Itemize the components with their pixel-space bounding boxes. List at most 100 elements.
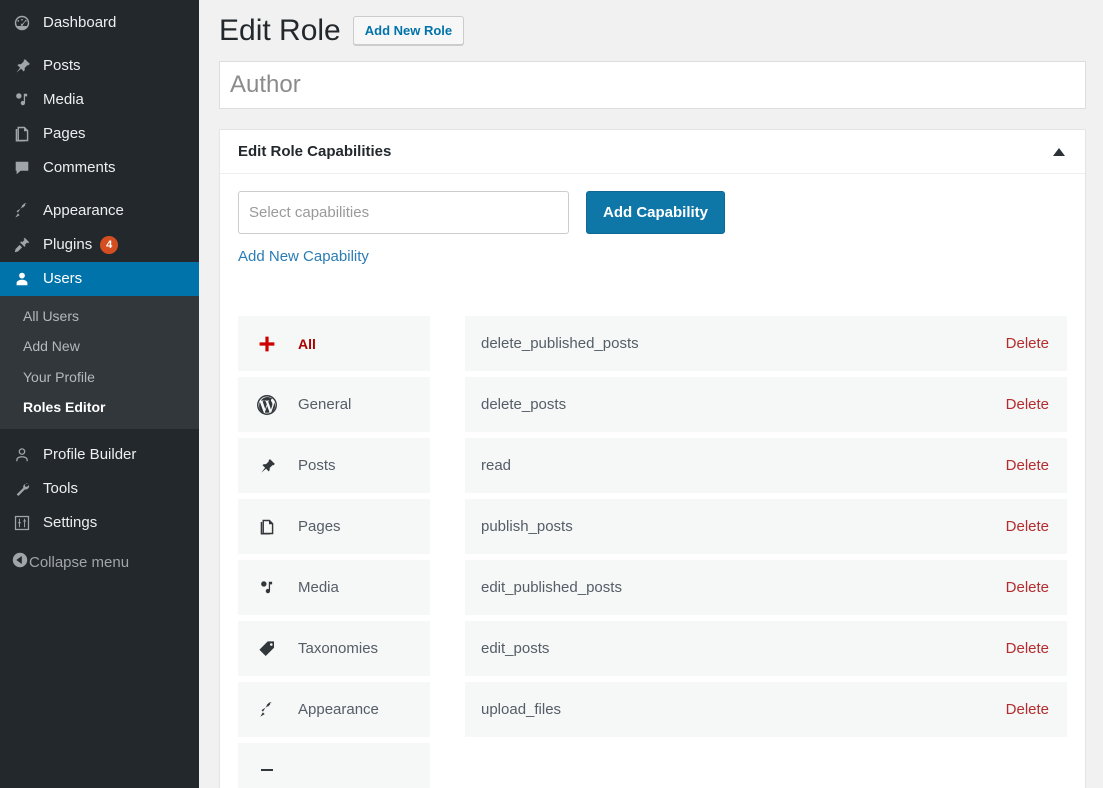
- sidebar-item-comments[interactable]: Comments: [0, 151, 199, 185]
- capability-name: delete_published_posts: [481, 335, 639, 352]
- brush-icon: [11, 201, 33, 221]
- media-icon: [11, 90, 33, 110]
- capability-row: edit_published_posts Delete: [465, 560, 1067, 615]
- plugin-icon: [11, 235, 33, 255]
- capability-row: upload_files Delete: [465, 682, 1067, 737]
- collapse-menu-button[interactable]: Collapse menu: [0, 545, 199, 579]
- delete-capability-link[interactable]: Delete: [1006, 701, 1049, 718]
- capability-list: delete_published_posts Delete delete_posts…: [465, 316, 1067, 788]
- dashboard-icon: [11, 13, 33, 33]
- sidebar-item-label: Users: [43, 270, 83, 287]
- sidebar-item-label: Dashboard: [43, 14, 117, 31]
- sidebar-item-label: Comments: [43, 159, 116, 176]
- sidebar-item-dashboard[interactable]: Dashboard: [0, 6, 199, 40]
- sidebar-item-label: Appearance: [43, 202, 124, 219]
- capability-row: delete_published_posts Delete: [465, 316, 1067, 371]
- profile-icon: [11, 445, 33, 465]
- sidebar-item-settings[interactable]: Settings: [0, 506, 199, 540]
- users-submenu: All Users Add New Your Profile Roles Editor: [0, 296, 199, 430]
- delete-capability-link[interactable]: Delete: [1006, 335, 1049, 352]
- capability-tab-label: Media: [298, 579, 339, 596]
- delete-capability-link[interactable]: Delete: [1006, 396, 1049, 413]
- pages-icon: [254, 518, 280, 536]
- capability-tab-label: Taxonomies: [298, 640, 379, 657]
- capability-name: delete_posts: [481, 396, 567, 413]
- capability-tab-partial-7[interactable]: [238, 743, 430, 788]
- sidebar-item-posts[interactable]: Posts: [0, 49, 199, 83]
- capability-tab-label: All: [298, 335, 316, 352]
- capability-name: publish_posts: [481, 518, 573, 535]
- capability-tab-taxonomies[interactable]: Taxonomies: [238, 621, 430, 676]
- collapse-menu-label: Collapse menu: [29, 553, 130, 571]
- sidebar-item-label: Profile Builder: [43, 446, 137, 464]
- user-icon: [11, 269, 33, 289]
- panel-header[interactable]: Edit Role Capabilities: [220, 130, 1085, 174]
- sidebar-separator: [0, 40, 199, 49]
- wordpress-icon: [254, 394, 280, 416]
- capability-row: edit_posts Delete: [465, 621, 1067, 676]
- capability-tab-pages[interactable]: Pages: [238, 499, 430, 554]
- sidebar-item-users[interactable]: Users: [0, 262, 199, 296]
- submenu-item-roles-editor[interactable]: Roles Editor: [0, 392, 199, 422]
- capabilities-columns: All General Posts Pages Media Taxonomies Appea…: [238, 316, 1067, 788]
- sidebar-item-tools[interactable]: Tools: [0, 472, 199, 506]
- capability-tab-appearance[interactable]: Appearance: [238, 682, 430, 737]
- partial-icon: [254, 761, 280, 781]
- pages-icon: [11, 124, 33, 144]
- page-header: Edit Role Add New Role: [219, 0, 1086, 52]
- sidebar-item-appearance[interactable]: Appearance: [0, 194, 199, 228]
- update-count-badge: 4: [100, 236, 119, 254]
- select-capabilities-input[interactable]: [238, 191, 569, 234]
- edit-role-capabilities-panel: Edit Role Capabilities Add Capability Ad…: [219, 129, 1086, 788]
- capability-row: delete_posts Delete: [465, 377, 1067, 432]
- plus-icon: [254, 334, 280, 354]
- sidebar-item-plugins[interactable]: Plugins 4: [0, 228, 199, 262]
- delete-capability-link[interactable]: Delete: [1006, 579, 1049, 596]
- panel-body: Add Capability Add New Capability All Gen…: [220, 174, 1085, 788]
- delete-capability-link[interactable]: Delete: [1006, 640, 1049, 657]
- brush-icon: [254, 701, 280, 719]
- capability-tab-label: Pages: [298, 518, 341, 535]
- sidebar-item-label: Pages: [43, 125, 86, 142]
- sidebar-item-label: Plugins: [43, 236, 93, 253]
- sidebar-item-label: Tools: [43, 480, 79, 498]
- delete-capability-link[interactable]: Delete: [1006, 457, 1049, 474]
- delete-capability-link[interactable]: Delete: [1006, 518, 1049, 535]
- capability-tab-label: General: [298, 396, 352, 413]
- capability-tab-all[interactable]: All: [238, 316, 430, 371]
- settings-icon: [11, 513, 33, 533]
- sidebar-item-label: Posts: [43, 57, 81, 74]
- pin-icon: [254, 457, 280, 475]
- capability-name: upload_files: [481, 701, 562, 718]
- capability-tab-posts[interactable]: Posts: [238, 438, 430, 493]
- panel-title: Edit Role Capabilities: [238, 143, 392, 160]
- submenu-item-your-profile[interactable]: Your Profile: [0, 362, 199, 392]
- wrench-icon: [11, 479, 33, 499]
- pin-icon: [11, 56, 33, 76]
- submenu-item-add-new[interactable]: Add New: [0, 331, 199, 361]
- capability-tab-media[interactable]: Media: [238, 560, 430, 615]
- triangle-up-icon[interactable]: [1045, 138, 1073, 166]
- capability-name: read: [481, 457, 512, 474]
- page-title: Edit Role: [219, 14, 341, 47]
- sidebar-item-profile-builder[interactable]: Profile Builder: [0, 438, 199, 472]
- add-new-capability-link[interactable]: Add New Capability: [238, 248, 369, 265]
- main-content: Edit Role Add New Role Edit Role Capabil…: [199, 0, 1103, 788]
- sidebar-separator: [0, 429, 199, 438]
- capability-tab-label: Posts: [298, 457, 336, 474]
- add-capability-button[interactable]: Add Capability: [586, 191, 726, 234]
- sidebar-menu: Dashboard Posts Media Pages Comments Appearan…: [0, 0, 199, 579]
- role-name-input[interactable]: [219, 61, 1086, 109]
- sidebar-item-pages[interactable]: Pages: [0, 117, 199, 151]
- capability-name: edit_posts: [481, 640, 550, 657]
- add-new-role-button[interactable]: Add New Role: [352, 15, 465, 46]
- comments-icon: [11, 158, 33, 178]
- capability-row: read Delete: [465, 438, 1067, 493]
- capability-name: edit_published_posts: [481, 579, 622, 596]
- wordpress-admin-screen: Dashboard Posts Media Pages Comments Appearan…: [0, 0, 1103, 788]
- sidebar-item-label: Settings: [43, 514, 98, 532]
- collapse-arrow-icon: [11, 551, 29, 573]
- submenu-item-all-users[interactable]: All Users: [0, 301, 199, 331]
- sidebar-item-media[interactable]: Media: [0, 83, 199, 117]
- capability-tab-general[interactable]: General: [238, 377, 430, 432]
